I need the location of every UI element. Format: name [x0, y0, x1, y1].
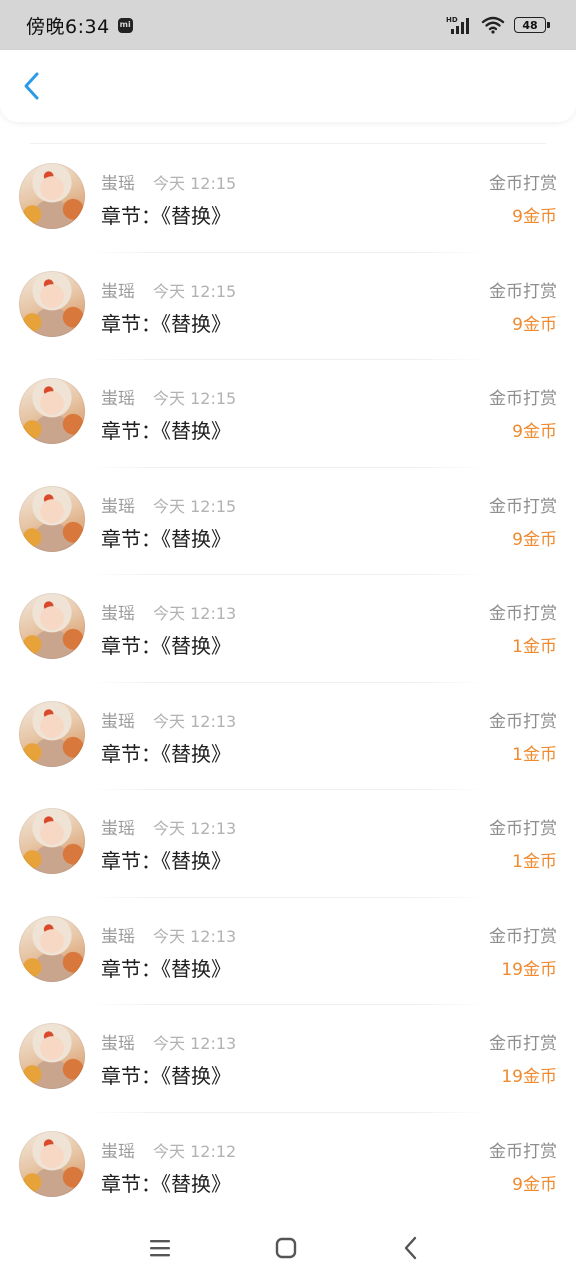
user-name: 蚩瑶 [101, 819, 135, 839]
reward-type: 金币打赏 [489, 1141, 557, 1162]
status-time: 傍晚6:34 [26, 15, 110, 38]
avatar[interactable] [19, 808, 85, 874]
reward-type: 金币打赏 [489, 711, 557, 732]
status-bar: 傍晚6:34 mi HD 48 [0, 0, 576, 50]
header-divider [30, 143, 546, 144]
list-item[interactable]: 蚩瑶 今天 12:15 章节：《替换》 金币打赏 9金币 [0, 468, 576, 575]
status-left: 傍晚6:34 mi [26, 12, 133, 39]
avatar[interactable] [19, 700, 85, 767]
reward-record-list: 蚩瑶 今天 12:15 章节：《替换》 金币打赏 9金币 蚩瑶 今天 12:15… [0, 145, 576, 1220]
menu-button[interactable] [142, 1230, 178, 1266]
timestamp: 今天 12:15 [153, 281, 237, 301]
user-name: 蚩瑶 [101, 711, 135, 732]
timestamp: 今天 12:12 [153, 1141, 237, 1161]
reward-amount: 9金币 [512, 422, 557, 442]
user-name: 蚩瑶 [101, 174, 135, 194]
home-button[interactable] [268, 1230, 304, 1266]
avatar[interactable] [19, 378, 85, 444]
reward-type: 金币打赏 [489, 604, 557, 624]
reward-amount: 9金币 [512, 314, 557, 335]
chapter-title: 章节：《替换》 [101, 1064, 231, 1088]
list-item[interactable]: 蚩瑶 今天 12:13 章节：《替换》 金币打赏 19金币 [0, 1005, 576, 1113]
user-name: 蚩瑶 [101, 926, 135, 947]
reward-amount: 9金币 [512, 529, 557, 550]
reward-amount: 19金币 [501, 1067, 557, 1087]
chapter-title: 章节：《替换》 [101, 849, 231, 873]
system-nav-bar [0, 1216, 576, 1280]
reward-amount: 1金币 [512, 637, 557, 657]
signal-icon: HD [446, 15, 472, 35]
timestamp: 今天 12:15 [153, 389, 237, 408]
avatar[interactable] [19, 270, 85, 337]
avatar[interactable] [19, 163, 85, 229]
reward-type: 金币打赏 [489, 389, 557, 409]
list-item[interactable]: 蚩瑶 今天 12:15 章节：《替换》 金币打赏 9金币 [0, 253, 576, 360]
status-right: HD 48 [446, 15, 550, 35]
list-item[interactable]: 蚩瑶 今天 12:15 章节：《替换》 金币打赏 9金币 [0, 145, 576, 253]
reward-type: 金币打赏 [489, 496, 557, 517]
battery-indicator: 48 [514, 17, 550, 33]
chapter-title: 章节：《替换》 [101, 956, 231, 981]
timestamp: 今天 12:13 [153, 926, 237, 946]
reward-amount: 1金币 [512, 852, 557, 872]
user-name: 蚩瑶 [101, 1034, 135, 1054]
network-label: HD [446, 16, 458, 24]
user-name: 蚩瑶 [101, 496, 135, 517]
reward-amount: 1金币 [512, 744, 557, 765]
user-name: 蚩瑶 [101, 604, 135, 624]
chapter-title: 章节：《替换》 [101, 1171, 231, 1196]
header-bar [0, 50, 576, 122]
list-item[interactable]: 蚩瑶 今天 12:13 章节：《替换》 金币打赏 19金币 [0, 898, 576, 1005]
chapter-title: 章节：《替换》 [101, 526, 231, 551]
timestamp: 今天 12:13 [153, 711, 237, 731]
chapter-title: 章节：《替换》 [101, 741, 231, 766]
timestamp: 今天 12:13 [153, 604, 237, 623]
reward-type: 金币打赏 [489, 819, 557, 839]
timestamp: 今天 12:15 [153, 174, 237, 193]
reward-amount: 9金币 [512, 207, 557, 227]
avatar[interactable] [19, 1023, 85, 1089]
chapter-title: 章节：《替换》 [101, 311, 231, 336]
avatar[interactable] [19, 485, 85, 552]
chevron-left-icon [24, 72, 39, 100]
reward-type: 金币打赏 [489, 1034, 557, 1054]
reward-type: 金币打赏 [489, 281, 557, 302]
list-item[interactable]: 蚩瑶 今天 12:13 章节：《替换》 金币打赏 1金币 [0, 790, 576, 898]
reward-type: 金币打赏 [489, 174, 557, 194]
chapter-title: 章节：《替换》 [101, 204, 231, 228]
reward-amount: 19金币 [501, 959, 557, 980]
menu-icon [150, 1240, 170, 1257]
list-item[interactable]: 蚩瑶 今天 12:13 章节：《替换》 金币打赏 1金币 [0, 575, 576, 683]
avatar[interactable] [19, 593, 85, 659]
list-item[interactable]: 蚩瑶 今天 12:15 章节：《替换》 金币打赏 9金币 [0, 360, 576, 468]
mi-notification-icon: mi [117, 17, 133, 33]
back-button[interactable] [12, 66, 52, 106]
avatar[interactable] [19, 1130, 85, 1197]
timestamp: 今天 12:15 [153, 496, 237, 516]
list-item[interactable]: 蚩瑶 今天 12:12 章节：《替换》 金币打赏 9金币 [0, 1113, 576, 1220]
user-name: 蚩瑶 [101, 1141, 135, 1162]
list-item[interactable]: 蚩瑶 今天 12:13 章节：《替换》 金币打赏 1金币 [0, 683, 576, 790]
wifi-icon [481, 16, 505, 34]
avatar[interactable] [19, 915, 85, 982]
reward-type: 金币打赏 [489, 926, 557, 947]
system-back-button[interactable] [393, 1230, 429, 1266]
home-square-icon [275, 1237, 297, 1259]
user-name: 蚩瑶 [101, 389, 135, 409]
reward-amount: 9金币 [512, 1174, 557, 1195]
timestamp: 今天 12:13 [153, 1034, 237, 1053]
chapter-title: 章节：《替换》 [101, 419, 231, 443]
back-chevron-icon [404, 1236, 417, 1260]
chapter-title: 章节：《替换》 [101, 634, 231, 658]
user-name: 蚩瑶 [101, 281, 135, 302]
timestamp: 今天 12:13 [153, 819, 237, 838]
